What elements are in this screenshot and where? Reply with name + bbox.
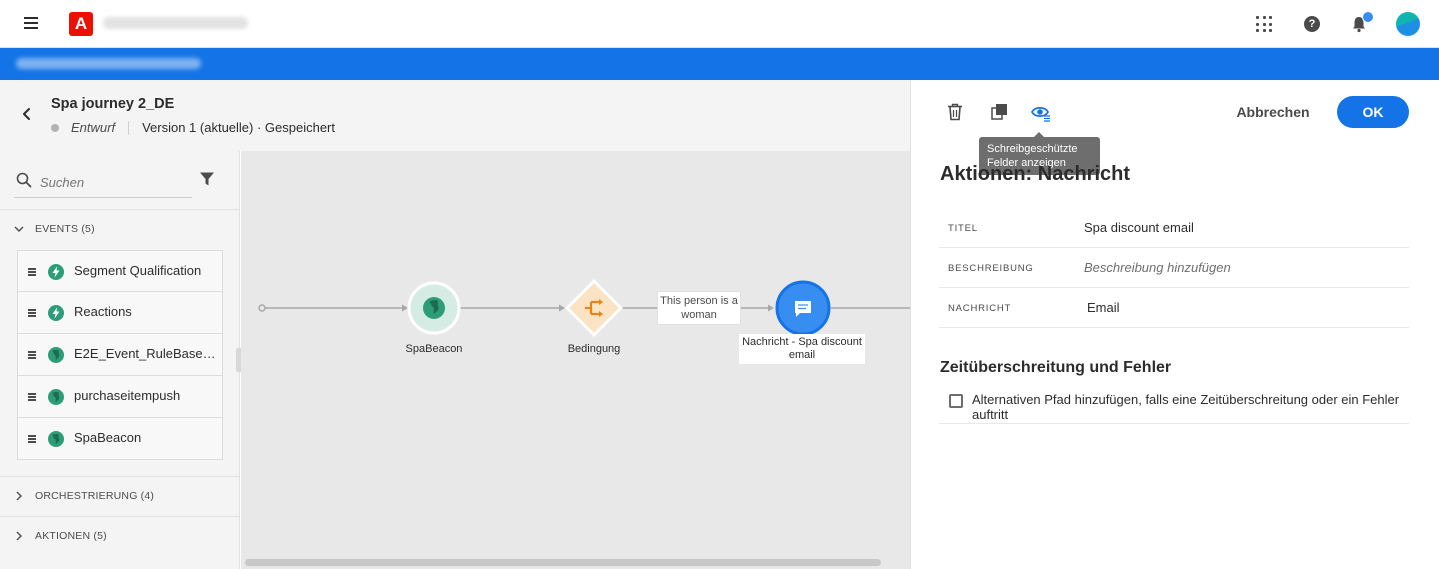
lightning-icon xyxy=(48,305,64,321)
panel-title: Aktionen: Nachricht xyxy=(940,163,1131,185)
section-label: AKTIONEN (5) xyxy=(35,530,107,542)
journey-status: Entwurf xyxy=(71,120,116,135)
property-value[interactable]: Email xyxy=(1087,300,1120,315)
help-icon[interactable]: ? xyxy=(1304,16,1320,32)
message-node-label: Nachricht - Spa discount email xyxy=(739,334,865,364)
event-node[interactable] xyxy=(407,281,461,335)
timeout-section-title: Zeitüberschreitung und Fehler xyxy=(940,359,1172,376)
timeout-checkbox[interactable] xyxy=(949,394,963,408)
divider xyxy=(939,423,1409,424)
start-point xyxy=(258,304,266,312)
eye-icon[interactable] xyxy=(1031,104,1051,122)
notification-badge xyxy=(1362,11,1374,23)
condition-path-label[interactable]: This person is a woman xyxy=(657,291,741,325)
search-input[interactable] xyxy=(40,171,190,193)
activity-palette: EVENTS (5) Segment Qualification Reactio… xyxy=(0,151,240,569)
event-label: Reactions xyxy=(74,304,132,319)
description-input[interactable]: Beschreibung hinzufügen xyxy=(1084,260,1231,275)
list-item[interactable]: E2E_Event_RuleBasedCondition xyxy=(17,334,223,376)
meta-divider xyxy=(128,120,130,135)
condition-node-label: Bedingung xyxy=(567,343,621,355)
property-row-title: TITEL Spa discount email xyxy=(939,208,1409,248)
property-value[interactable]: Spa discount email xyxy=(1084,220,1194,235)
globe-icon xyxy=(48,431,64,447)
property-key: BESCHREIBUNG xyxy=(948,263,1034,274)
drag-handle-icon[interactable] xyxy=(28,351,36,359)
section-label: EVENTS (5) xyxy=(35,223,95,235)
drag-handle-icon[interactable] xyxy=(28,268,36,276)
event-node-label: SpaBeacon xyxy=(405,343,463,355)
condition-node[interactable] xyxy=(565,279,623,337)
event-label: SpaBeacon xyxy=(74,430,142,445)
journey-canvas[interactable]: SpaBeacon Bedingung This person is a wom… xyxy=(241,151,910,569)
ok-button[interactable]: OK xyxy=(1337,96,1409,128)
hamburger-menu-icon[interactable] xyxy=(24,17,38,29)
event-list: Segment Qualification Reactions E2E_Even… xyxy=(17,250,223,460)
event-label: Segment Qualification xyxy=(74,263,202,278)
journey-header: Spa journey 2_DE Entwurf Version 1 (aktu… xyxy=(0,80,910,151)
journey-version: Version 1 (aktuelle) · Gespeichert xyxy=(142,120,336,135)
drag-handle-icon[interactable] xyxy=(28,435,36,443)
chevron-right-icon xyxy=(16,491,22,501)
globe-icon xyxy=(48,347,64,363)
section-orchestration[interactable]: ORCHESTRIERUNG (4) xyxy=(0,476,239,516)
journey-title: Spa journey 2_DE xyxy=(51,96,175,112)
chevron-down-icon xyxy=(14,226,24,232)
message-node[interactable] xyxy=(775,280,831,336)
apps-grid-icon[interactable] xyxy=(1256,16,1272,32)
connector-arrow xyxy=(402,304,408,312)
horizontal-scrollbar[interactable] xyxy=(245,559,881,566)
search-icon xyxy=(16,172,32,188)
user-avatar[interactable] xyxy=(1396,12,1420,36)
cancel-button[interactable]: Abbrechen xyxy=(1231,96,1315,128)
product-bar xyxy=(0,48,1439,80)
timeout-checkbox-label[interactable]: Alternativen Pfad hinzufügen, falls eine… xyxy=(972,392,1402,422)
chevron-right-icon xyxy=(16,531,22,541)
property-row-message: NACHRICHT Email xyxy=(939,288,1409,328)
top-header: A ? xyxy=(0,0,1439,48)
property-key: NACHRICHT xyxy=(948,303,1012,314)
event-label: purchaseitempush xyxy=(74,388,181,403)
drag-handle-icon[interactable] xyxy=(28,393,36,401)
status-dot xyxy=(51,123,59,132)
property-key: TITEL xyxy=(948,223,978,234)
drag-handle-icon[interactable] xyxy=(28,309,36,317)
breadcrumb-blurred xyxy=(16,58,201,69)
connector-arrow xyxy=(768,304,774,312)
org-name-blurred xyxy=(103,17,248,29)
event-label: E2E_Event_RuleBasedCondition xyxy=(74,346,218,361)
filter-icon[interactable] xyxy=(199,171,215,187)
globe-icon xyxy=(48,389,64,405)
section-label: ORCHESTRIERUNG (4) xyxy=(35,490,155,502)
properties-panel: Schreibgeschützte Felder anzeigen Abbrec… xyxy=(910,80,1439,569)
search-field[interactable] xyxy=(14,169,192,198)
journey-meta: Entwurf Version 1 (aktuelle) · Gespeiche… xyxy=(51,120,335,135)
back-arrow-icon[interactable] xyxy=(20,107,34,121)
adobe-logo[interactable]: A xyxy=(69,12,93,36)
section-actions[interactable]: AKTIONEN (5) xyxy=(0,516,239,556)
list-item[interactable]: Segment Qualification xyxy=(17,250,223,292)
duplicate-icon[interactable] xyxy=(991,103,1008,120)
section-events[interactable]: EVENTS (5) xyxy=(0,209,239,249)
list-item[interactable]: SpaBeacon xyxy=(17,418,223,460)
connector-arrow xyxy=(559,304,565,312)
lightning-icon xyxy=(48,264,64,280)
trash-icon[interactable] xyxy=(947,103,963,121)
list-item[interactable]: Reactions xyxy=(17,292,223,334)
property-row-description: BESCHREIBUNG Beschreibung hinzufügen xyxy=(939,248,1409,288)
list-item[interactable]: purchaseitempush xyxy=(17,376,223,418)
